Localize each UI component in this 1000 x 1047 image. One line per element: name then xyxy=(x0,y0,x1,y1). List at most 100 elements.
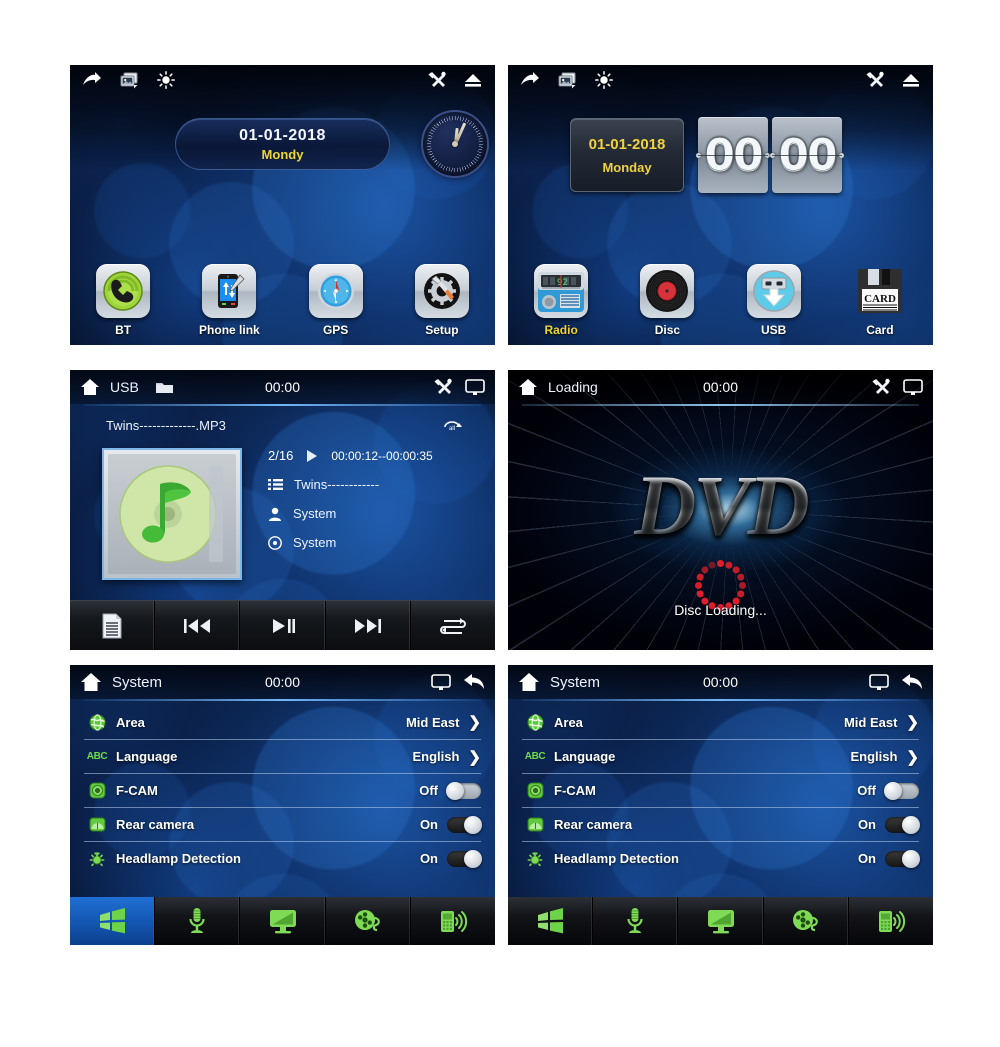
tools-icon[interactable] xyxy=(426,71,447,90)
app-shortcut-bt[interactable]: BT xyxy=(70,264,176,337)
chevron-right-icon[interactable]: ❯ xyxy=(468,748,481,766)
display-icon[interactable] xyxy=(903,378,923,396)
settings-row-headlamp[interactable]: Headlamp Detection On xyxy=(84,841,482,875)
radio-icon: 92 xyxy=(534,264,589,318)
settings-header: System 00:00 xyxy=(70,665,495,699)
date-widget[interactable]: 01-01-2018 Mondy xyxy=(175,118,390,170)
settings-row-language[interactable]: ABC Language English ❯ xyxy=(84,739,481,773)
settings-label: Rear camera xyxy=(116,817,195,832)
chevron-right-icon[interactable]: ❯ xyxy=(906,748,919,766)
settings-row-area[interactable]: Area Mid East ❯ xyxy=(84,705,481,739)
settings-value: On xyxy=(419,851,438,866)
settings-row-fcam[interactable]: F-CAM Off xyxy=(84,773,481,807)
tools-icon[interactable] xyxy=(432,378,453,397)
home-icon[interactable] xyxy=(518,672,540,692)
gallery-icon[interactable] xyxy=(558,72,577,89)
back-arrow-icon[interactable] xyxy=(901,673,923,691)
flip-clock-widget[interactable]: 00 00 xyxy=(696,117,844,193)
source-shortcut-disc[interactable]: Disc xyxy=(614,264,720,337)
tools-icon[interactable] xyxy=(864,71,885,90)
home-icon[interactable] xyxy=(518,378,538,396)
settings-value: English xyxy=(412,749,460,764)
repeat-button[interactable] xyxy=(411,601,495,650)
settings-label: Headlamp Detection xyxy=(554,851,679,866)
source-shortcut-card[interactable]: CARD Card xyxy=(827,264,933,337)
display-icon[interactable] xyxy=(869,673,889,691)
settings-row-area[interactable]: Area Mid East ❯ xyxy=(522,705,919,739)
windows-icon xyxy=(535,908,565,934)
settings-row-headlamp[interactable]: Headlamp Detection On xyxy=(522,841,920,875)
tab-audio[interactable] xyxy=(593,897,679,945)
previous-track-button[interactable] xyxy=(155,601,241,650)
brightness-icon[interactable] xyxy=(157,71,175,89)
tools-icon[interactable] xyxy=(870,378,891,397)
flip-clock-minutes: 00 xyxy=(770,117,844,193)
settings-value: On xyxy=(857,817,876,832)
home-icon[interactable] xyxy=(80,672,102,692)
display-icon[interactable] xyxy=(431,673,451,691)
settings-value: Off xyxy=(857,783,876,798)
abc-icon: ABC xyxy=(86,751,108,762)
panel-system-settings-active-tab: System 00:00 Area Mid East ❯ ABC Languag… xyxy=(70,665,495,945)
panel-home-media-sources: 01-01-2018 Mondy BT Phone link GPS Setup xyxy=(70,65,495,345)
back-arrow-icon[interactable] xyxy=(463,673,485,691)
folder-icon[interactable] xyxy=(155,380,174,395)
play-pause-button[interactable] xyxy=(240,601,326,650)
home-icon[interactable] xyxy=(80,378,100,396)
date-widget[interactable]: 01-01-2018 Monday xyxy=(570,118,684,192)
dvd-logo-text: DVD xyxy=(508,462,933,548)
chevron-right-icon[interactable]: ❯ xyxy=(906,713,919,731)
media-header: Loading 00:00 xyxy=(508,370,933,404)
svg-text:all: all xyxy=(449,426,455,432)
front-camera-icon xyxy=(84,782,110,799)
bluetooth-phone-icon xyxy=(96,264,151,318)
analog-clock-widget[interactable] xyxy=(421,110,489,178)
chevron-right-icon[interactable]: ❯ xyxy=(468,713,481,731)
tab-video[interactable] xyxy=(326,897,411,945)
app-shortcut-gps[interactable]: GPS xyxy=(283,264,389,337)
app-shortcut-setup[interactable]: Setup xyxy=(389,264,495,337)
source-shortcut-radio[interactable]: 92 Radio xyxy=(508,264,614,337)
settings-label: F-CAM xyxy=(554,783,596,798)
header-divider xyxy=(522,699,919,701)
repeat-all-icon[interactable]: all xyxy=(441,416,465,437)
gallery-icon[interactable] xyxy=(120,72,139,89)
tab-display[interactable] xyxy=(678,897,764,945)
screenshot-sheet: 01-01-2018 Mondy BT Phone link GPS Setup… xyxy=(0,0,1000,1047)
eject-icon[interactable] xyxy=(901,72,921,88)
eject-icon[interactable] xyxy=(463,72,483,88)
share-arrow-icon[interactable] xyxy=(520,72,540,88)
tab-audio[interactable] xyxy=(155,897,241,945)
source-shortcut-usb[interactable]: USB xyxy=(721,264,827,337)
app-shortcut-phone-link[interactable]: Phone link xyxy=(176,264,282,337)
tab-general[interactable] xyxy=(70,897,156,945)
next-track-button[interactable] xyxy=(326,601,411,650)
flip-minutes-value: 00 xyxy=(778,129,838,181)
tab-phone[interactable] xyxy=(849,897,933,945)
fcam-toggle[interactable] xyxy=(446,781,481,800)
tab-display[interactable] xyxy=(240,897,326,945)
flip-hours-value: 00 xyxy=(704,129,764,181)
headlamp-toggle[interactable] xyxy=(885,849,920,868)
date-text: 01-01-2018 xyxy=(239,126,326,144)
settings-row-fcam[interactable]: F-CAM Off xyxy=(522,773,919,807)
settings-header: System 00:00 xyxy=(508,665,933,699)
tab-video[interactable] xyxy=(764,897,849,945)
rear-camera-toggle[interactable] xyxy=(447,815,482,834)
headlamp-toggle[interactable] xyxy=(447,849,482,868)
tab-general[interactable] xyxy=(508,897,594,945)
settings-label: Rear camera xyxy=(554,817,633,832)
rear-camera-toggle[interactable] xyxy=(885,815,920,834)
brightness-icon[interactable] xyxy=(595,71,613,89)
display-icon[interactable] xyxy=(465,378,485,396)
tab-phone[interactable] xyxy=(411,897,495,945)
settings-row-language[interactable]: ABC Language English ❯ xyxy=(522,739,919,773)
fcam-toggle[interactable] xyxy=(884,781,919,800)
app-label: GPS xyxy=(322,323,349,337)
list-button[interactable] xyxy=(70,601,156,650)
play-status-icon xyxy=(305,449,319,463)
settings-list: Area Mid East ❯ ABC Language English ❯ F… xyxy=(70,705,495,897)
settings-row-rear-camera[interactable]: Rear camera On xyxy=(84,807,482,841)
share-arrow-icon[interactable] xyxy=(82,72,102,88)
settings-row-rear-camera[interactable]: Rear camera On xyxy=(522,807,920,841)
